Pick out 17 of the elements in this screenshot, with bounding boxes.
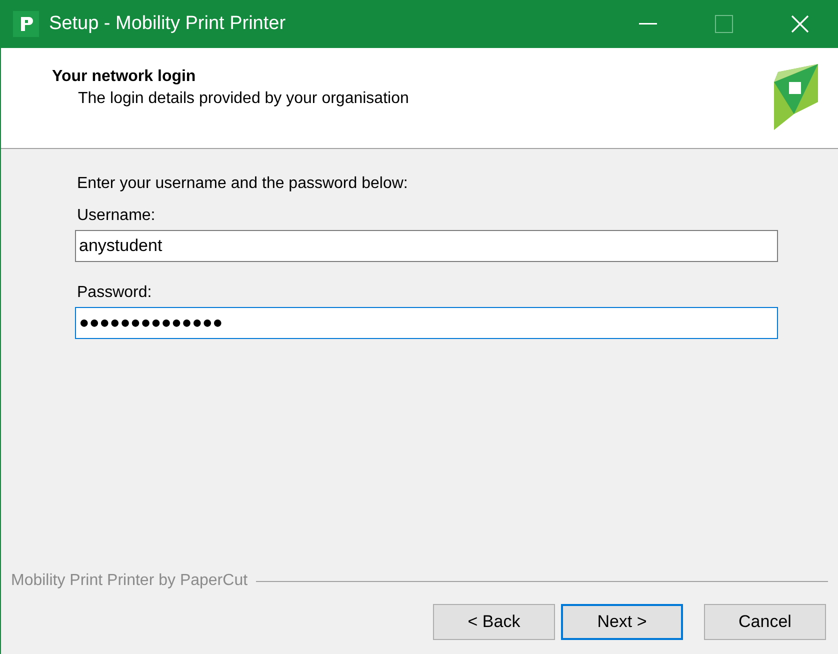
field-label: Password: <box>77 284 153 302</box>
field-label: Username: <box>77 207 156 225</box>
close-icon <box>791 15 809 33</box>
page-title: Your network login <box>52 68 197 86</box>
password-field[interactable]: ●●●●●●●●●●●●●● <box>75 307 778 339</box>
brand-text: Mobility Print Printer by PaperCut <box>11 572 248 590</box>
maximize-icon <box>715 15 733 33</box>
username-field[interactable]: anystudent <box>75 230 778 262</box>
papercut-logo-icon <box>772 64 820 130</box>
page-subtitle: The login details provided by your organisation <box>78 90 410 108</box>
minimize-icon <box>639 23 657 25</box>
cancel-button[interactable]: Cancel <box>704 604 826 640</box>
back-button[interactable]: < Back <box>433 604 555 640</box>
next-button[interactable]: Next > <box>561 604 683 640</box>
app-logo-icon <box>13 11 39 37</box>
window-title: Setup - Mobility Print Printer <box>49 13 287 35</box>
instruction-text: Enter your username and the password below: <box>77 175 409 193</box>
